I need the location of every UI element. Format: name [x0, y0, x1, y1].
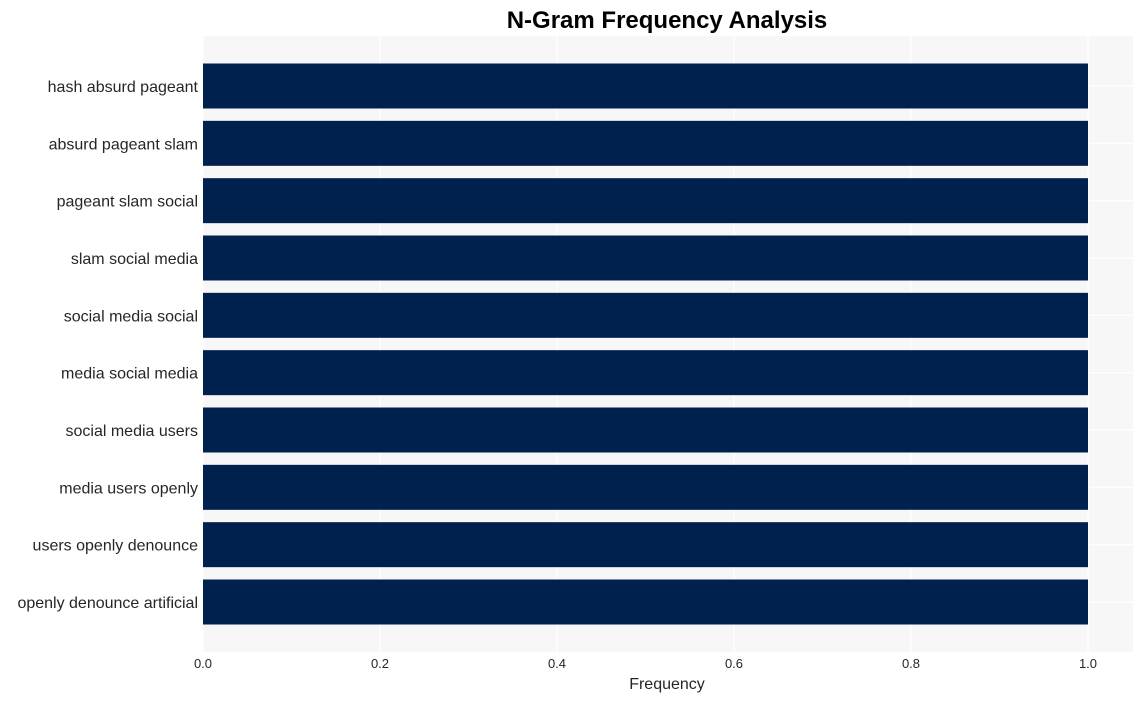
y-tick-label: media users openly [59, 480, 198, 497]
x-tick-label: 0.2 [371, 656, 389, 671]
bar [203, 464, 1088, 510]
bar [203, 350, 1088, 396]
bar [203, 120, 1088, 166]
x-tick-label: 0.4 [548, 656, 566, 671]
y-axis-tick-labels: hash absurd pageant absurd pageant slam pa… [17, 79, 198, 612]
bar [203, 63, 1088, 109]
y-tick-label: openly denounce artificial [17, 595, 198, 612]
x-axis-tick-labels: 0.0 0.2 0.4 0.6 0.8 1.0 [194, 656, 1097, 671]
ngram-frequency-chart: N-Gram Frequency Analysis hash absurd pa… [17, 7, 1133, 693]
x-tick-label: 0.0 [194, 656, 212, 671]
x-axis-label: Frequency [629, 676, 705, 693]
chart-title: N-Gram Frequency Analysis [507, 7, 828, 34]
x-tick-label: 1.0 [1079, 656, 1097, 671]
bar [203, 522, 1088, 568]
y-tick-label: users openly denounce [33, 538, 199, 555]
x-tick-label: 0.6 [725, 656, 743, 671]
x-tick-label: 0.8 [902, 656, 920, 671]
bar [203, 407, 1088, 453]
y-tick-label: hash absurd pageant [48, 79, 199, 96]
y-tick-label: slam social media [71, 251, 198, 268]
bar [203, 579, 1088, 625]
y-tick-label: social media users [66, 423, 199, 440]
y-tick-label: pageant slam social [57, 194, 198, 211]
y-tick-label: social media social [64, 308, 198, 325]
bar [203, 235, 1088, 281]
y-tick-label: absurd pageant slam [49, 136, 198, 153]
bar [203, 178, 1088, 224]
y-tick-label: media social media [61, 366, 198, 383]
bar [203, 292, 1088, 338]
